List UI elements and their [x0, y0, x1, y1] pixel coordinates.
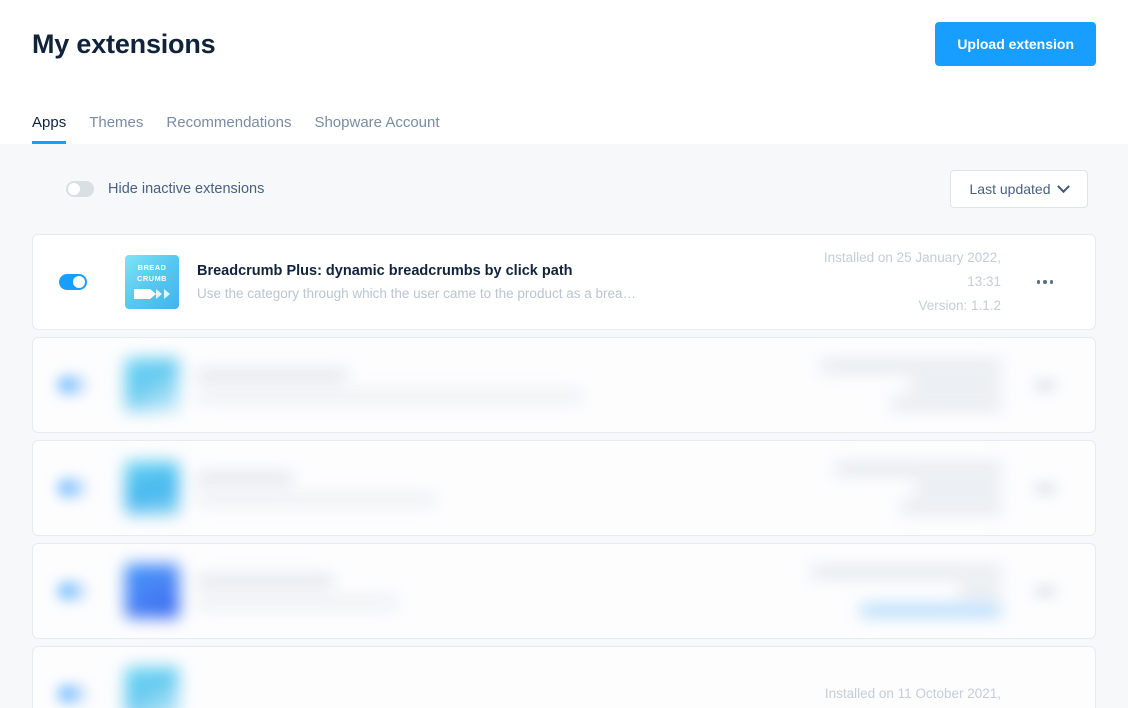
extension-app-icon [125, 461, 179, 515]
extension-text-cell: Breadcrumb Plus: dynamic breadcrumbs by … [197, 263, 765, 301]
sort-dropdown-value: Last updated [969, 181, 1051, 197]
extension-app-icon [125, 564, 179, 618]
extension-menu-cell [1015, 587, 1075, 595]
extension-toggle-cell [59, 583, 125, 599]
ellipsis-icon[interactable] [1036, 280, 1054, 284]
extension-installed-date [821, 361, 1001, 371]
extension-installed-time [915, 483, 1001, 493]
extension-installed-date [835, 464, 1001, 474]
tab-recommendations[interactable]: Recommendations [166, 114, 291, 144]
extension-installed-date: Installed on 11 October 2021, [824, 686, 1001, 701]
extension-toggle-cell [59, 274, 125, 290]
extension-version: Version: 1.1.2 [918, 298, 1001, 313]
extension-meta-cell [765, 566, 1015, 616]
extension-card-partial-5[interactable]: Installed on 11 October 2021, [32, 646, 1096, 708]
extension-app-icon [125, 358, 179, 412]
tab-bar: Apps Themes Recommendations Shopware Acc… [32, 114, 440, 144]
header-top-row: My extensions Upload extension [32, 0, 1096, 66]
extension-card-breadcrumb-plus[interactable]: BREAD CRUMB Breadcrumb Plus: dynamic bre… [32, 234, 1096, 330]
extension-menu-cell [1015, 381, 1075, 389]
extension-meta-cell: Installed on 11 October 2021, [765, 682, 1015, 706]
extension-version [901, 502, 1001, 512]
extension-description [197, 391, 745, 401]
extension-installed-time: 13:31 [967, 274, 1001, 289]
extension-menu-cell [1015, 484, 1075, 492]
extension-card-redacted-4[interactable] [32, 543, 1096, 639]
extension-installed-time [959, 585, 1001, 596]
extension-installed-date [811, 566, 1001, 577]
extension-menu-cell [1015, 280, 1075, 284]
extension-card-redacted-3[interactable] [32, 440, 1096, 536]
toggle-knob [73, 276, 85, 288]
hide-inactive-label: Hide inactive extensions [108, 181, 265, 197]
extension-icon-cell [125, 358, 197, 412]
ellipsis-icon[interactable] [1035, 381, 1055, 389]
upload-extension-button[interactable]: Upload extension [935, 22, 1096, 66]
extension-toggle-cell [59, 686, 125, 702]
page-header: My extensions Upload extension Apps Them… [0, 0, 1128, 144]
extension-icon-cell [125, 667, 197, 708]
extension-name[interactable] [197, 472, 745, 484]
breadcrumb-arrows-icon [132, 288, 172, 300]
extension-icon-cell: BREAD CRUMB [125, 255, 197, 309]
extension-icon-cell [125, 461, 197, 515]
extension-card-redacted-2[interactable] [32, 337, 1096, 433]
chevron-down-icon [1057, 179, 1071, 193]
extension-name[interactable] [197, 575, 745, 587]
sort-dropdown[interactable]: Last updated [950, 170, 1088, 208]
extension-update-link [861, 604, 1001, 616]
breadcrumb-plus-app-icon: BREAD CRUMB [125, 255, 179, 309]
extension-description [197, 494, 745, 504]
extension-version [891, 399, 1001, 409]
extension-toggle-cell [59, 480, 125, 496]
extension-installed-date: Installed on 25 January 2022, [823, 250, 1001, 265]
hide-inactive-toggle[interactable] [66, 181, 94, 197]
ellipsis-icon[interactable] [1035, 484, 1055, 492]
extension-enabled-toggle[interactable] [59, 480, 87, 496]
extension-text-cell [197, 369, 765, 401]
tab-themes[interactable]: Themes [89, 114, 143, 144]
tab-shopware-account[interactable]: Shopware Account [314, 114, 439, 144]
extension-enabled-toggle[interactable] [59, 686, 87, 702]
extension-text-cell [197, 575, 765, 607]
extension-name[interactable] [197, 369, 745, 381]
extension-meta-cell [765, 361, 1015, 409]
extension-meta-cell [765, 464, 1015, 512]
app-icon-text-line2: CRUMB [137, 274, 167, 283]
extension-list: BREAD CRUMB Breadcrumb Plus: dynamic bre… [0, 234, 1128, 708]
extension-enabled-toggle[interactable] [59, 377, 87, 393]
extension-enabled-toggle[interactable] [59, 583, 87, 599]
extension-toggle-cell [59, 377, 125, 393]
extension-icon-cell [125, 564, 197, 618]
extension-installed-time [909, 380, 1001, 390]
list-toolbar: Hide inactive extensions Last updated [0, 144, 1128, 234]
extension-meta-cell: Installed on 25 January 2022, 13:31 Vers… [765, 246, 1015, 318]
toggle-knob [68, 183, 80, 195]
extension-app-icon [125, 667, 179, 708]
app-icon-text-line1: BREAD [137, 263, 167, 272]
ellipsis-icon[interactable] [1035, 587, 1055, 595]
extension-description [197, 597, 745, 607]
extension-name[interactable]: Breadcrumb Plus: dynamic breadcrumbs by … [197, 263, 745, 279]
page-title: My extensions [32, 28, 216, 59]
tab-apps[interactable]: Apps [32, 114, 67, 144]
hide-inactive-control: Hide inactive extensions [66, 181, 264, 197]
extension-description: Use the category through which the user … [197, 286, 636, 301]
extension-enabled-toggle[interactable] [59, 274, 87, 290]
extension-text-cell [197, 472, 765, 504]
